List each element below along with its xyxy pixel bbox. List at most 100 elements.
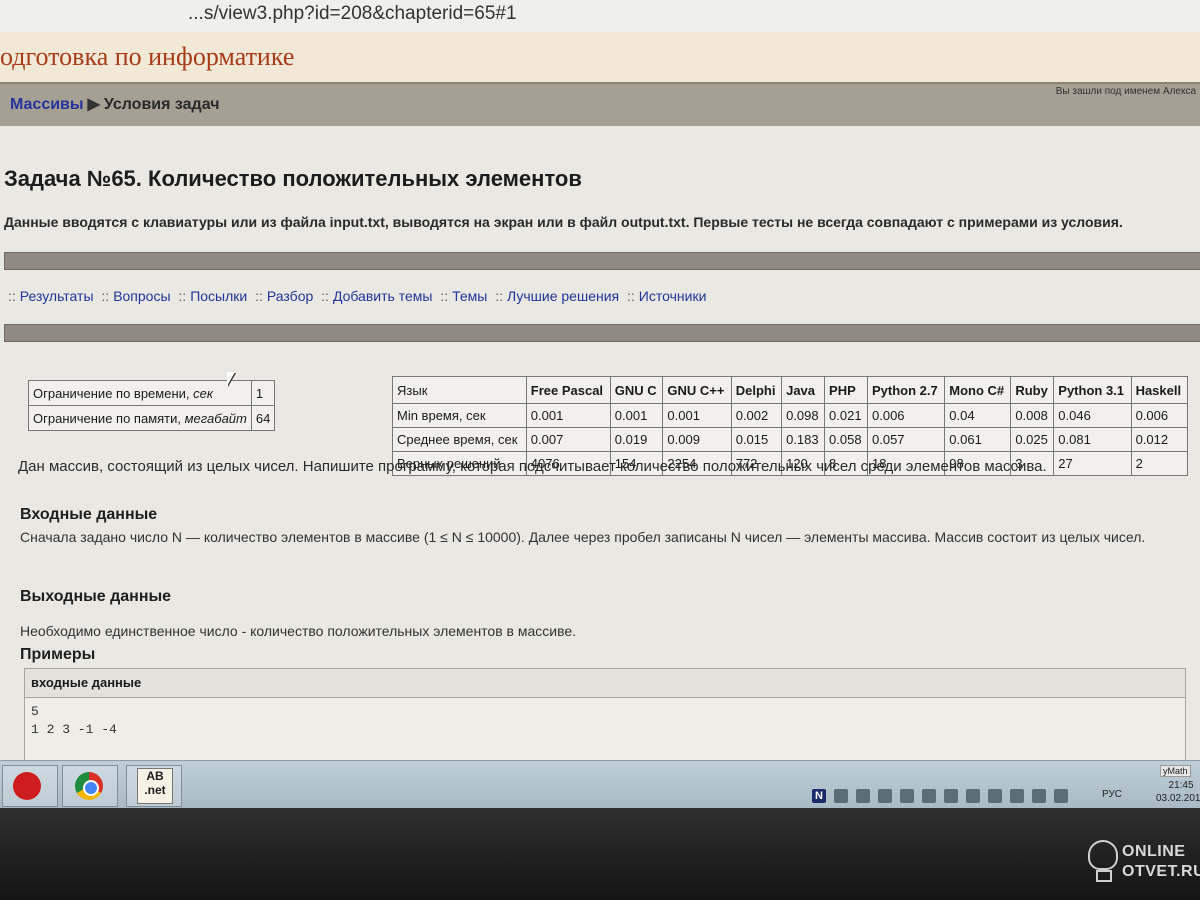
page-title: Задача №65. Количество положительных эле… xyxy=(4,166,582,191)
table-cell: 0.007 xyxy=(525,427,611,452)
breadcrumb: Массивы ▶ Условия задач xyxy=(10,94,219,114)
site-title: одготовка по информатике xyxy=(0,42,295,71)
link-analysis[interactable]: Разбор xyxy=(267,288,313,304)
row-label: Среднее время, сек xyxy=(392,427,527,452)
nav-bar: Массивы ▶ Условия задач Вы зашли под имене… xyxy=(0,82,1200,128)
col-header: Haskell xyxy=(1130,376,1189,404)
examples-input-label: входные данные xyxy=(31,675,142,690)
table-row: Min время, сек 0.001 0.001 0.001 0.002 0… xyxy=(392,403,1189,428)
input-description: Сначала задано число N — количество элем… xyxy=(20,529,1146,545)
table-header-row: Язык Free Pascal GNU C GNU C++ Delphi Ja… xyxy=(392,376,1189,404)
table-cell: 2 xyxy=(1130,451,1189,476)
col-header: Mono C# xyxy=(944,376,1012,404)
table-cell: 0.081 xyxy=(1053,427,1132,452)
examples-header: входные данные xyxy=(25,669,1185,698)
table-row: Среднее время, сек 0.007 0.019 0.009 0.0… xyxy=(392,427,1189,452)
divider-bar xyxy=(4,252,1200,270)
time-limit-label: Ограничение по времени, сек xyxy=(28,380,252,406)
limits-table: Ограничение по времени, сек 1 Ограничени… xyxy=(28,380,276,431)
examples-box: входные данные 5 1 2 3 -1 -4 xyxy=(24,668,1186,762)
col-header: GNU C xyxy=(609,376,664,404)
col-header: Free Pascal xyxy=(525,376,611,404)
col-header: GNU C++ xyxy=(662,376,732,404)
examples-input-data: 5 1 2 3 -1 -4 xyxy=(31,704,117,737)
screen: ...s/view3.php?id=208&chapterid=65#1 одг… xyxy=(0,0,1200,900)
table-cell: 0.001 xyxy=(662,403,732,428)
main-content: Задача №65. Количество положительных эле… xyxy=(0,126,1200,762)
table-cell: 0.012 xyxy=(1130,427,1189,452)
table-cell: 0.058 xyxy=(824,427,868,452)
volume-icon[interactable] xyxy=(1054,788,1068,803)
tray-icon[interactable] xyxy=(1010,788,1024,803)
col-header: PHP xyxy=(824,376,868,404)
opera-icon xyxy=(13,772,41,800)
tray-n-icon[interactable]: N xyxy=(812,788,826,803)
table-cell: 0.002 xyxy=(730,403,783,428)
tray-icon[interactable] xyxy=(900,788,914,803)
link-add-topics[interactable]: Добавить темы xyxy=(333,288,433,304)
taskbar: AB .net уMath N РУС 21:45 03.02.2015 xyxy=(0,760,1200,809)
table-cell: 27 xyxy=(1053,451,1132,476)
table-cell: 0.006 xyxy=(866,403,946,428)
tray-icon[interactable] xyxy=(834,788,848,803)
col-header: Delphi xyxy=(730,376,783,404)
link-best-solutions[interactable]: Лучшие решения xyxy=(507,288,619,304)
breadcrumb-arrow-icon: ▶ xyxy=(87,96,100,113)
tray-icon[interactable] xyxy=(856,788,870,803)
memory-limit-label: Ограничение по памяти, мегабайт xyxy=(28,405,252,431)
lightbulb-base-icon xyxy=(1096,870,1112,882)
table-cell: 0.021 xyxy=(824,403,868,428)
taskbar-opera-button[interactable] xyxy=(2,765,58,807)
url-text[interactable]: ...s/view3.php?id=208&chapterid=65#1 xyxy=(188,3,517,25)
output-description: Необходимо единственное число - количест… xyxy=(20,623,577,639)
table-cell: 0.098 xyxy=(781,403,826,428)
network-icon[interactable] xyxy=(1032,788,1046,803)
col-header: Java xyxy=(781,376,826,404)
table-cell: 0.046 xyxy=(1053,403,1132,428)
lightbulb-icon xyxy=(1088,840,1118,870)
table-cell: 0.009 xyxy=(662,427,732,452)
link-questions[interactable]: Вопросы xyxy=(113,288,170,304)
chrome-icon xyxy=(75,772,103,800)
problem-statement: Дан массив, состоящий из целых чисел. На… xyxy=(18,458,1047,475)
clock[interactable]: 21:45 03.02.2015 xyxy=(1156,779,1200,805)
table-cell: 0.061 xyxy=(944,427,1012,452)
table-cell: 0.008 xyxy=(1010,403,1055,428)
col-header: Python 3.1 xyxy=(1053,376,1132,404)
breadcrumb-current: Условия задач xyxy=(103,96,220,113)
tray-icon[interactable] xyxy=(922,788,936,803)
table-cell: 0.006 xyxy=(1130,403,1189,428)
link-results[interactable]: Результаты xyxy=(20,288,94,304)
io-note: Данные вводятся с клавиатуры или из файл… xyxy=(4,214,1123,230)
tray-icon[interactable] xyxy=(944,788,958,803)
link-submissions[interactable]: Посылки xyxy=(190,288,247,304)
watermark: ONLINE OTVET.RU xyxy=(1088,836,1200,896)
link-sources[interactable]: Источники xyxy=(639,288,707,304)
clock-time: 21:45 xyxy=(1168,780,1194,791)
col-header: Язык xyxy=(392,376,527,404)
table-row: Ограничение по памяти, мегабайт 64 xyxy=(28,405,276,431)
taskbar-chrome-button[interactable] xyxy=(62,765,118,807)
tray-icon[interactable] xyxy=(878,788,892,803)
address-bar[interactable]: ...s/view3.php?id=208&chapterid=65#1 xyxy=(0,0,1200,33)
clock-date: 03.02.2015 xyxy=(1156,793,1200,804)
tray-icon[interactable] xyxy=(966,788,980,803)
table-cell: 0.025 xyxy=(1010,427,1055,452)
table-cell: 0.015 xyxy=(730,427,783,452)
col-header: Python 2.7 xyxy=(866,376,946,404)
col-header: Ruby xyxy=(1010,376,1055,404)
table-cell: 0.183 xyxy=(781,427,826,452)
task-links: :: Результаты :: Вопросы :: Посылки :: Разбо… xyxy=(8,288,707,304)
language-indicator[interactable]: РУС xyxy=(1102,789,1122,800)
examples-heading: Примеры xyxy=(20,646,96,663)
table-cell: 0.04 xyxy=(944,403,1012,428)
table-cell: 0.001 xyxy=(609,403,664,428)
link-topics[interactable]: Темы xyxy=(452,288,487,304)
tray-icon[interactable] xyxy=(988,788,1002,803)
divider-bar xyxy=(4,324,1200,342)
breadcrumb-arrays-link[interactable]: Массивы xyxy=(10,96,84,113)
time-limit-value: 1 xyxy=(250,380,276,406)
taskbar-abnet-button[interactable]: AB .net xyxy=(126,765,182,807)
table-cell: 0.057 xyxy=(866,427,946,452)
output-heading: Выходные данные xyxy=(20,588,172,605)
